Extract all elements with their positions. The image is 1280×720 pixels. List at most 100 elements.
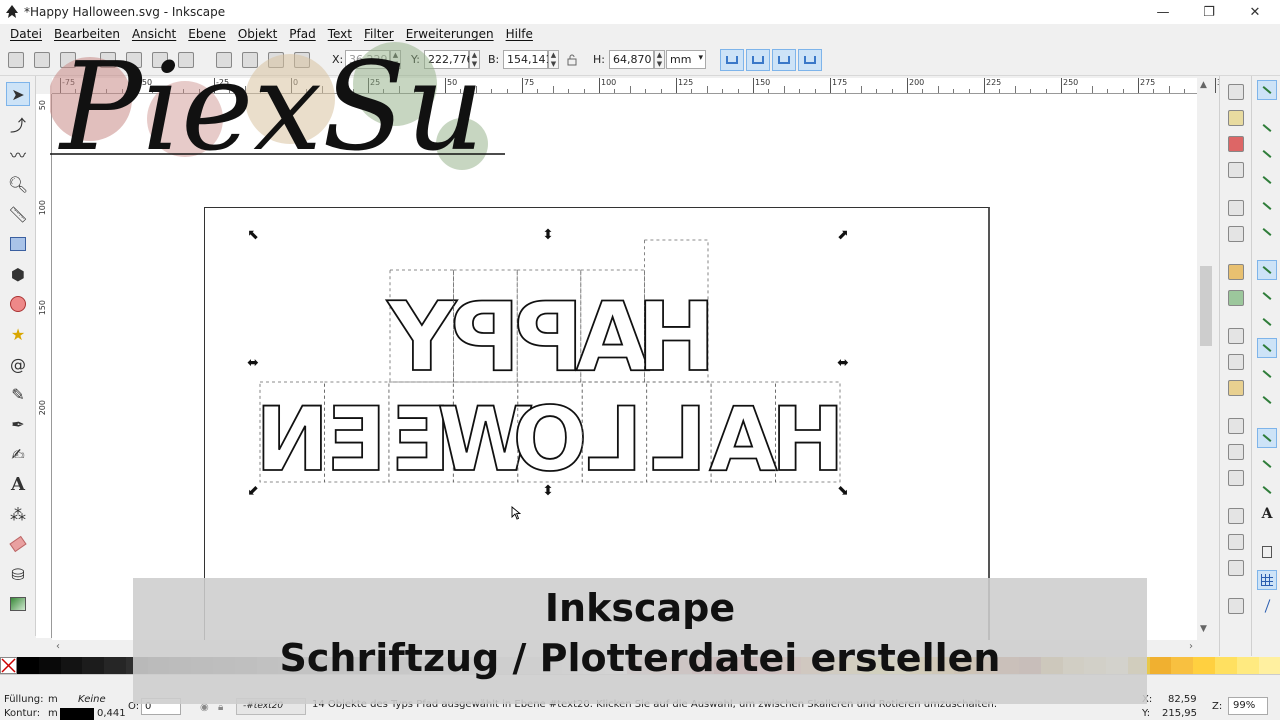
eraser-icon[interactable] [6,532,30,556]
zoom-drawing-icon[interactable] [1228,444,1244,460]
palette-swatch[interactable] [17,657,39,674]
selection-handle[interactable]: ⬌ [837,355,849,371]
palette-swatch[interactable] [38,657,61,674]
unlink-clone-icon[interactable] [1228,560,1244,576]
ruler-left[interactable]: 50 100 150 200 [36,94,52,638]
y-stepper[interactable]: ▲ ▼ [469,50,480,69]
palette-swatch[interactable] [60,657,83,674]
raise-icon[interactable] [242,52,258,68]
menu-erweiterungen[interactable]: Erweiterungen [400,27,500,41]
width-field[interactable]: 154,141 [503,50,553,69]
select-all-icon[interactable] [8,52,24,68]
letter-path[interactable]: L [650,387,708,492]
palette-swatch[interactable] [104,657,126,674]
y-field[interactable]: 222,776 [424,50,474,69]
star-icon[interactable]: ★ [6,322,30,346]
menu-text[interactable]: Text [322,27,358,41]
new-document-icon[interactable] [1228,84,1244,100]
selection-handle[interactable]: ⬊ [837,483,849,499]
ruler-top[interactable]: -75 -50 -25 0 25 50 75 100 125 150 175 200 225 250 275… [52,78,1278,94]
redo-icon[interactable] [1228,290,1244,306]
palette-swatch[interactable] [1214,657,1237,674]
palette-swatch[interactable] [1236,657,1259,674]
rotate-cw-icon[interactable] [126,52,142,68]
scroll-up-icon[interactable]: ▲ [1200,80,1207,90]
import-icon[interactable] [1228,200,1244,216]
letter-path[interactable]: P [513,282,584,394]
cut-icon[interactable] [1228,354,1244,370]
scale-stroke-toggle[interactable] [720,49,744,71]
menu-hilfe[interactable]: Hilfe [500,27,539,41]
spray-icon[interactable]: ⁂ [6,502,30,526]
selection-handle[interactable]: ⬍ [542,227,554,243]
paste-icon[interactable] [1228,380,1244,396]
flip-horizontal-icon[interactable] [152,52,168,68]
rect-icon[interactable] [6,232,30,256]
unit-select[interactable]: mm ▾ [666,50,706,69]
scroll-left-icon[interactable]: ‹ [56,641,60,652]
box3d-icon[interactable]: ⬢ [6,262,30,286]
snap-bbox-center-icon[interactable] [1257,222,1277,242]
zoom-field[interactable]: 99% [1228,697,1268,715]
measure-icon[interactable]: 📏︎ [6,202,30,226]
raise-to-top-icon[interactable] [216,52,232,68]
snap-grid-icon[interactable] [1257,570,1277,590]
snap-bbox-icon[interactable] [1257,118,1277,138]
calligraphy-icon[interactable]: ✍ [6,442,30,466]
palette-swatch[interactable] [1149,657,1172,674]
menu-datei[interactable]: Datei [4,27,48,41]
selection-handle[interactable]: ⬋ [247,483,259,499]
menu-ebene[interactable]: Ebene [182,27,232,41]
menu-bearbeiten[interactable]: Bearbeiten [48,27,126,41]
scroll-right-icon[interactable]: › [1189,641,1193,652]
zoom-icon[interactable]: 🔍︎ [6,172,30,196]
snap-text-baseline-icon[interactable]: A [1257,504,1277,524]
selection-handle[interactable]: ⬌ [247,355,259,371]
selector-icon[interactable]: ➤ [6,82,30,106]
palette-swatch[interactable] [1193,657,1215,674]
letter-path[interactable]: N [254,387,329,492]
flip-vertical-icon[interactable] [178,52,194,68]
select-all-layers-icon[interactable] [34,52,50,68]
snap-nodes-icon[interactable] [1257,260,1277,280]
node-icon[interactable]: ⤴ [6,112,30,136]
vertical-scroll-thumb[interactable] [1200,266,1212,346]
clone-icon[interactable] [1228,534,1244,550]
spiral-icon[interactable]: @ [6,352,30,376]
height-stepper[interactable]: ▲ ▼ [654,50,665,69]
snap-path-intersection-icon[interactable] [1257,312,1277,332]
lock-icon[interactable] [566,54,578,66]
xml-editor-icon[interactable] [1228,598,1244,614]
letter-path[interactable]: E [326,387,388,492]
menu-ansicht[interactable]: Ansicht [126,27,182,41]
letter-path[interactable]: Y [385,282,458,394]
snap-guide-icon[interactable] [1257,596,1277,616]
snap-bbox-corner-icon[interactable] [1257,170,1277,190]
duplicate-icon[interactable] [1228,508,1244,524]
selection-artwork[interactable]: YPPAHNE EWOL L AH⬉ ⬍ ⬈⬌ ⬌⬋ ⬍ ⬊ [52,94,1197,640]
lower-icon[interactable] [268,52,284,68]
stroke-swatch[interactable] [60,708,94,720]
stroke-width[interactable]: 0,441 [97,708,126,719]
letter-path[interactable]: H [770,387,845,492]
menu-objekt[interactable]: Objekt [232,27,283,41]
scale-corners-toggle[interactable] [746,49,770,71]
gradient-icon[interactable] [6,592,30,616]
snap-cusp-icon[interactable] [1257,338,1277,358]
snap-midpoint-icon[interactable] [1257,390,1277,410]
no-paint-swatch[interactable] [0,657,17,674]
rotate-ccw-icon[interactable] [100,52,116,68]
zoom-selection-icon[interactable] [1228,418,1244,434]
menu-filter[interactable]: Filter [358,27,400,41]
open-icon[interactable] [1228,110,1244,126]
snap-center-icon[interactable] [1257,454,1277,474]
height-field[interactable]: 64,870 [609,50,654,69]
letter-path[interactable]: L [586,387,644,492]
snap-smooth-icon[interactable] [1257,364,1277,384]
snap-others-icon[interactable] [1257,428,1277,448]
fill-value[interactable]: Keine [78,694,106,705]
vertical-scrollbar[interactable]: ▲ ▼ [1197,78,1214,640]
copy-icon[interactable] [1228,328,1244,344]
ellipse-icon[interactable] [6,292,30,316]
snap-bbox-midpoint-icon[interactable] [1257,196,1277,216]
